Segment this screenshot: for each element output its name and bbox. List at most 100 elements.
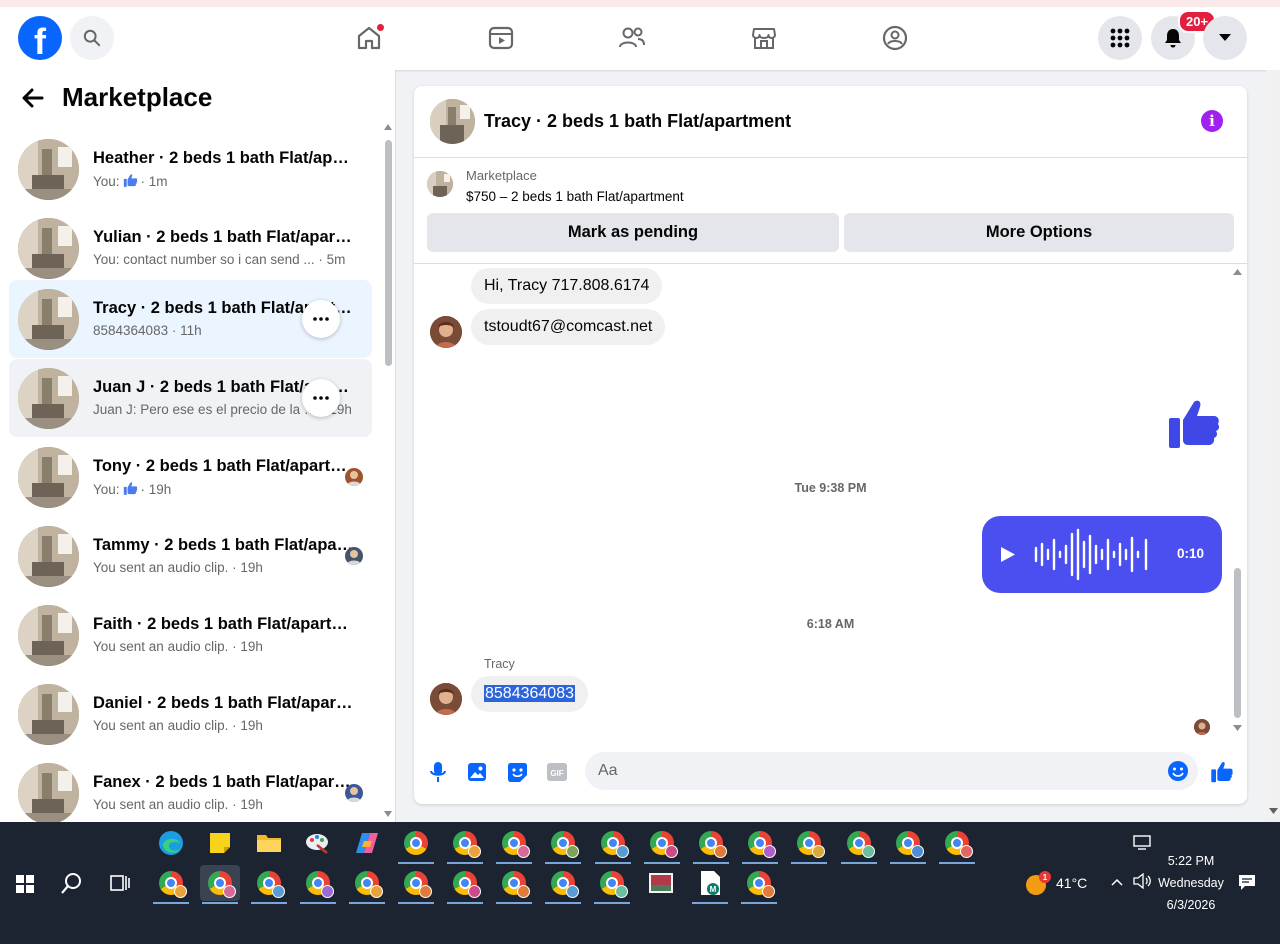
menu-button[interactable] (1098, 16, 1142, 60)
chrome-app[interactable] (642, 825, 682, 864)
clock-date[interactable]: 6/3/2026 (1160, 898, 1222, 912)
attach-photo-button[interactable] (465, 760, 489, 784)
chrome-app[interactable] (298, 865, 338, 904)
network-icon[interactable] (1133, 835, 1151, 851)
audio-message[interactable]: 0:10 (982, 516, 1222, 593)
chrome-app[interactable] (543, 865, 583, 904)
sticky-notes-app[interactable] (200, 825, 240, 861)
sender-avatar[interactable] (430, 683, 462, 715)
chrome-app[interactable] (494, 865, 534, 904)
listing-price[interactable]: $750 – 2 beds 1 bath Flat/apartment (466, 189, 684, 204)
volume-icon[interactable] (1133, 873, 1151, 889)
chrome-app[interactable] (789, 825, 829, 864)
sticker-button[interactable] (505, 760, 529, 784)
weather-temperature[interactable]: 41°C (1056, 875, 1087, 891)
profile-badge-icon (174, 885, 187, 898)
windows-start-icon[interactable] (16, 875, 34, 893)
paint-app[interactable] (298, 825, 338, 861)
image-viewer-app[interactable] (641, 865, 681, 901)
document-icon: M (701, 871, 720, 895)
clock-time[interactable]: 5:22 PM (1160, 854, 1222, 868)
chrome-app[interactable] (396, 865, 436, 904)
task-view-icon[interactable] (110, 873, 130, 893)
audio-duration: 0:10 (1177, 546, 1205, 561)
chrome-app[interactable] (691, 825, 731, 864)
emoji-icon[interactable] (1167, 760, 1189, 782)
listing-avatar[interactable] (430, 99, 475, 144)
account-button[interactable] (1203, 16, 1247, 60)
message-bubble[interactable]: Hi, Tracy 717.808.6174 (471, 268, 663, 304)
nav-marketplace[interactable] (746, 20, 782, 56)
chrome-app[interactable] (888, 825, 928, 864)
profile-badge-icon (517, 885, 530, 898)
conversation-item[interactable]: Tracy · 2 beds 1 bath Flat/apartment 8584… (9, 280, 372, 358)
page-scrollbar[interactable] (1266, 70, 1280, 822)
chrome-app[interactable] (494, 825, 534, 864)
mark-as-pending-button[interactable]: Mark as pending (427, 213, 839, 252)
conversation-item[interactable]: Yulian · 2 beds 1 bath Flat/apartment You… (9, 209, 372, 287)
conversation-item[interactable]: Faith · 2 beds 1 bath Flat/apartment You … (9, 596, 372, 674)
chrome-app[interactable] (739, 865, 779, 904)
conversation-info-button[interactable]: i (1201, 110, 1223, 132)
chrome-app[interactable] (200, 865, 240, 904)
chat-title[interactable]: Tracy · 2 beds 1 bath Flat/apartment (484, 111, 791, 132)
message-bubble[interactable]: 8584364083 (471, 676, 588, 712)
search-icon[interactable] (61, 872, 83, 894)
nav-friends[interactable] (614, 20, 650, 56)
chrome-app[interactable] (593, 825, 633, 864)
conversation-item[interactable]: Daniel · 2 beds 1 bath Flat/apartment You… (9, 675, 372, 753)
play-icon[interactable] (1000, 546, 1016, 563)
chrome-app[interactable] (839, 825, 879, 864)
chrome-app[interactable] (937, 825, 977, 864)
notification-center-icon[interactable] (1238, 874, 1256, 891)
chrome-app[interactable] (396, 825, 436, 864)
chrome-app[interactable] (445, 825, 485, 864)
chrome-app[interactable] (347, 865, 387, 904)
voice-clip-button[interactable] (426, 760, 450, 784)
weather-sun-icon[interactable]: 1 (1025, 870, 1051, 896)
listing-thumbnail (18, 526, 79, 587)
edge-app[interactable] (151, 825, 191, 861)
scrollbar-thumb[interactable] (385, 140, 392, 366)
gaming-icon (882, 25, 908, 51)
conversation-more-button[interactable] (302, 300, 340, 338)
thumbs-up-sticker-icon[interactable] (1166, 396, 1222, 452)
conversation-item[interactable]: Heather · 2 beds 1 bath Flat/apartment Yo… (9, 130, 372, 208)
copilot-app[interactable] (347, 825, 387, 861)
chrome-app[interactable] (249, 865, 289, 904)
nav-video[interactable] (483, 20, 519, 56)
sender-avatar[interactable] (430, 316, 462, 348)
chrome-app[interactable] (740, 825, 780, 864)
search-button[interactable] (70, 16, 114, 60)
selected-text[interactable]: 8584364083 (484, 685, 575, 702)
facebook-logo[interactable]: f (18, 16, 62, 60)
apartment-photo-icon (430, 99, 475, 144)
conversation-item[interactable]: Juan J · 2 beds 1 bath Flat/apartment Jua… (9, 359, 372, 437)
chrome-app[interactable] (543, 825, 583, 864)
profile-badge-icon (762, 885, 775, 898)
conversation-list-scrollbar[interactable] (383, 124, 393, 818)
nav-home[interactable] (351, 20, 387, 56)
send-like-button[interactable] (1210, 760, 1234, 784)
conversation-more-button[interactable] (302, 379, 340, 417)
message-input[interactable] (598, 760, 1158, 782)
document-app[interactable]: M (690, 865, 730, 904)
back-arrow-icon[interactable] (18, 83, 48, 113)
clock-day[interactable]: Wednesday (1156, 876, 1226, 890)
message-bubble[interactable]: tstoudt67@comcast.net (471, 309, 666, 345)
more-options-button[interactable]: More Options (844, 213, 1234, 252)
conversation-item[interactable]: Tony · 2 beds 1 bath Flat/apartment You: ·… (9, 438, 372, 516)
nav-gaming[interactable] (877, 20, 913, 56)
gif-button[interactable]: GIF (545, 760, 569, 784)
scroll-up-arrow-icon (384, 124, 392, 130)
scrollbar-thumb[interactable] (1234, 568, 1241, 718)
chrome-app[interactable] (151, 865, 191, 904)
chrome-app[interactable] (445, 865, 485, 904)
file-explorer-app[interactable] (249, 825, 289, 861)
chevron-up-icon[interactable] (1111, 878, 1123, 886)
conversation-item[interactable]: Fanex · 2 beds 1 bath Flat/apartment You … (9, 754, 372, 832)
listing-thumbnail[interactable] (427, 171, 453, 197)
chrome-app[interactable] (592, 865, 632, 904)
conversation-item[interactable]: Tammy · 2 beds 1 bath Flat/apartment You … (9, 517, 372, 595)
message-thread-scrollbar[interactable] (1230, 264, 1244, 739)
